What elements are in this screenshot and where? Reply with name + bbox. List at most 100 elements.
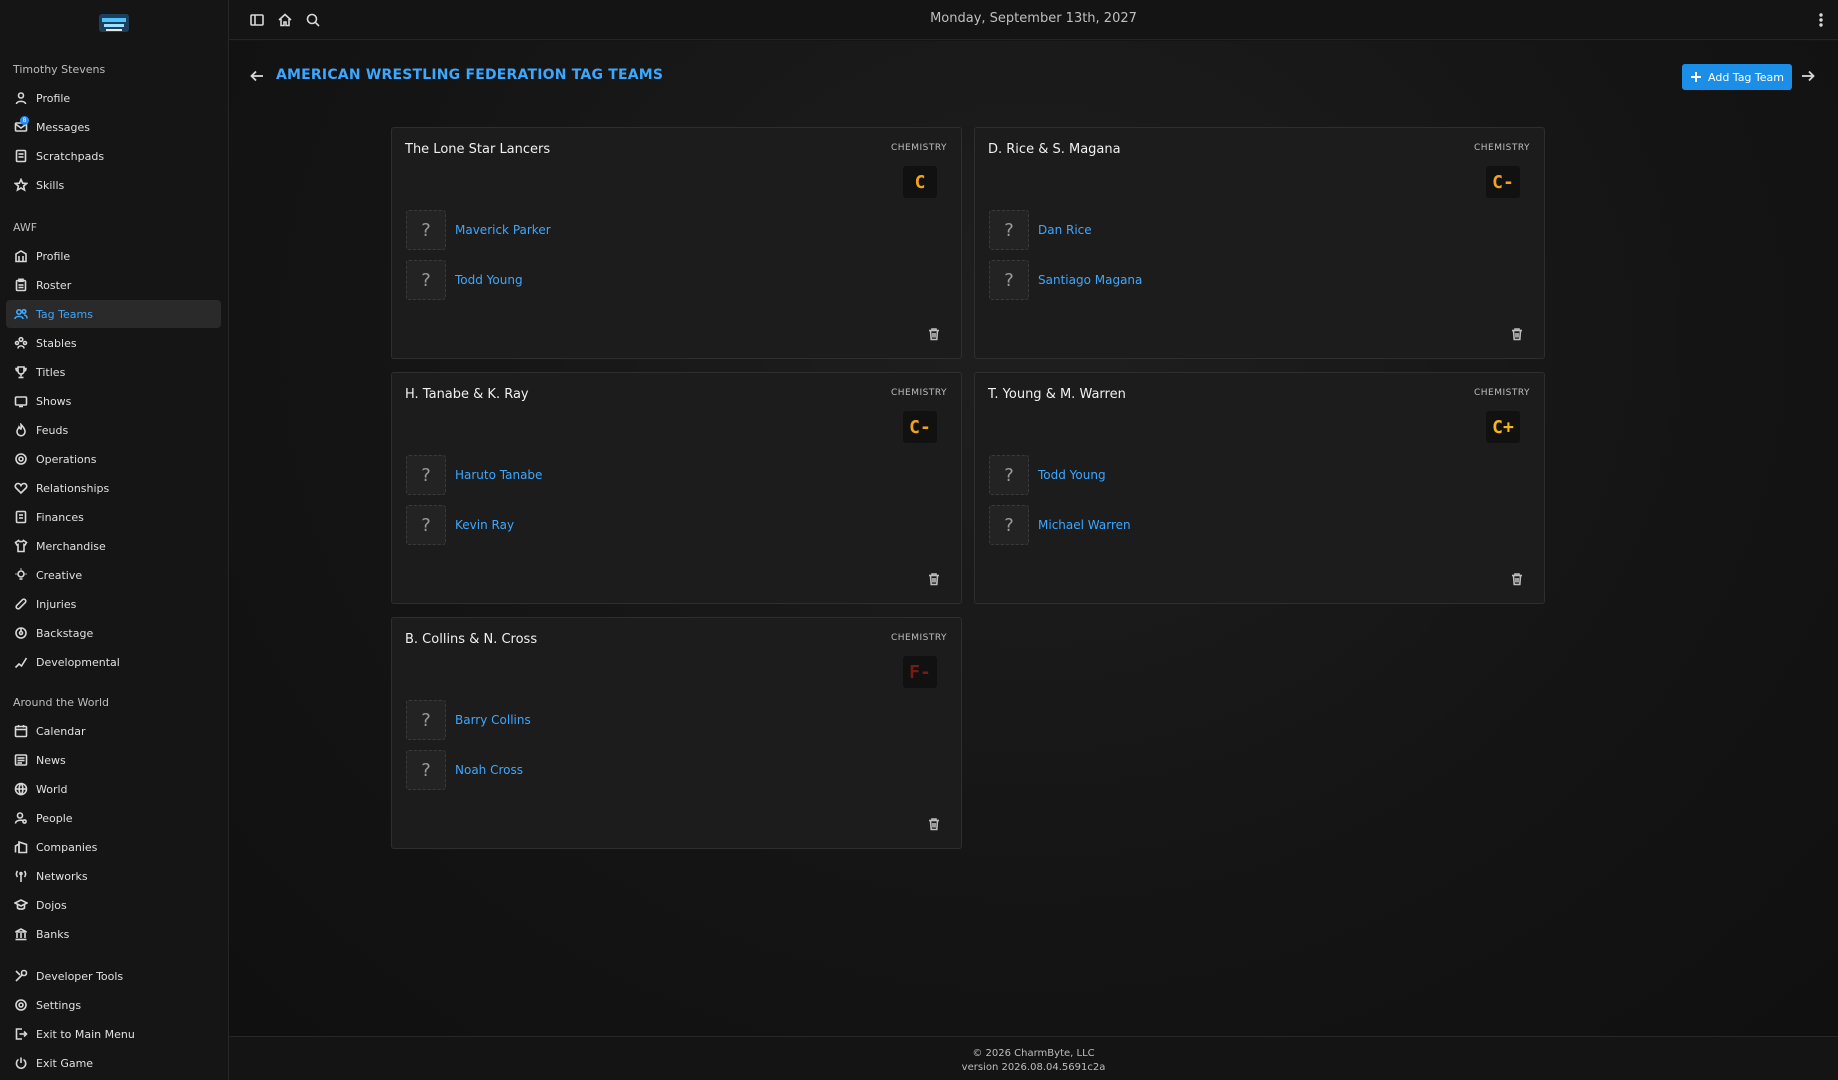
sidebar-item-companies[interactable]: Companies [6,833,221,861]
sidebar-item-settings[interactable]: Settings [6,991,221,1019]
sidebar-item-shows[interactable]: Shows [6,387,221,415]
sidebar-item-label: Scratchpads [36,149,105,163]
trash-icon[interactable] [927,816,941,831]
member-name-link[interactable]: Barry Collins [455,713,531,727]
sidebar-item-injuries[interactable]: Injuries [6,590,221,618]
sidebar-item-developmental[interactable]: Developmental [6,648,221,676]
member-name-link[interactable]: Santiago Magana [1038,273,1142,287]
sidebar-item-feuds[interactable]: Feuds [6,416,221,444]
sidebar-item-stables[interactable]: Stables [6,329,221,357]
forward-arrow-icon[interactable] [1800,68,1816,84]
sidebar-item-operations[interactable]: Operations [6,445,221,473]
chemistry-label: CHEMISTRY [1473,143,1530,153]
member-name-link[interactable]: Kevin Ray [455,518,514,532]
team-member: ? Dan Rice [989,210,1092,250]
sidebar-item-titles[interactable]: Titles [6,358,221,386]
sidebar-item-merchandise[interactable]: Merchandise [6,532,221,560]
bank-icon [14,927,28,941]
sidebar-item-finances[interactable]: Finances [6,503,221,531]
member-name-link[interactable]: Haruto Tanabe [455,468,542,482]
sidebar-item-label: Feuds [36,423,69,437]
sidebar-item-label: Relationships [36,481,110,495]
member-name-link[interactable]: Todd Young [1038,468,1106,482]
sidebar-item-label: Exit to Main Menu [36,1027,135,1041]
sidebar-item-label: Merchandise [36,539,106,553]
sidebar-item-dojos[interactable]: Dojos [6,891,221,919]
sidebar-item-messages[interactable]: 8 Messages [6,113,221,141]
sidebar-item-label: Networks [36,869,88,883]
team-member: ? Noah Cross [406,750,523,790]
avatar-placeholder-icon[interactable]: ? [989,210,1029,250]
sidebar-item-tag-teams[interactable]: Tag Teams [6,300,221,328]
sidebar-item-people[interactable]: People [6,804,221,832]
tag-team-name[interactable]: The Lone Star Lancers [405,142,550,157]
tag-team-card: The Lone Star Lancers CHEMISTRY C? Maverick… [391,127,962,359]
member-name-link[interactable]: Todd Young [455,273,523,287]
sidebar-item-news[interactable]: News [6,746,221,774]
member-name-link[interactable]: Michael Warren [1038,518,1131,532]
more-menu-icon[interactable] [1813,12,1829,28]
flame-icon [14,423,28,437]
avatar-placeholder-icon[interactable]: ? [406,455,446,495]
team-member: ? Todd Young [989,455,1106,495]
tag-team-name[interactable]: D. Rice & S. Magana [988,142,1121,157]
tag-team-name[interactable]: B. Collins & N. Cross [405,632,537,647]
avatar-placeholder-icon[interactable]: ? [406,210,446,250]
sidebar-item-backstage[interactable]: Backstage [6,619,221,647]
avatar-placeholder-icon[interactable]: ? [406,260,446,300]
avatar-placeholder-icon[interactable]: ? [989,505,1029,545]
sidebar-item-label: Messages [36,120,90,134]
trash-icon[interactable] [1510,326,1524,341]
person-search-icon [14,811,28,825]
calendar-icon [14,724,28,738]
sidebar-item-developer-tools[interactable]: Developer Tools [6,962,221,990]
news-icon [14,753,28,767]
trash-icon[interactable] [1510,571,1524,586]
sidebar-item-calendar[interactable]: Calendar [6,717,221,745]
add-tag-team-button[interactable]: Add Tag Team [1682,64,1792,90]
sidebar-item-label: Profile [36,249,71,263]
trash-icon[interactable] [927,571,941,586]
sidebar-item-label: Roster [36,278,72,292]
sidebar-item-networks[interactable]: Networks [6,862,221,890]
sidebar-item-label: Companies [36,840,98,854]
member-name-link[interactable]: Noah Cross [455,763,523,777]
sidebar-item-scratchpads[interactable]: Scratchpads [6,142,221,170]
sidebar-item-label: Creative [36,568,83,582]
sidebar-item-creative[interactable]: Creative [6,561,221,589]
tag-team-name[interactable]: H. Tanabe & K. Ray [405,387,529,402]
avatar-placeholder-icon[interactable]: ? [989,455,1029,495]
avatar-placeholder-icon[interactable]: ? [406,750,446,790]
sidebar-item-exit-game[interactable]: Exit Game [6,1049,221,1077]
sidebar-item-label: News [36,753,66,767]
member-name-link[interactable]: Maverick Parker [455,223,551,237]
sidebar-item-skills[interactable]: Skills [6,171,221,199]
tag-team-name[interactable]: T. Young & M. Warren [988,387,1126,402]
avatar-placeholder-icon[interactable]: ? [406,505,446,545]
tools-icon [14,969,28,983]
back-arrow-icon[interactable] [249,68,265,84]
sidebar-item-profile[interactable]: Profile [6,84,221,112]
trash-icon[interactable] [927,326,941,341]
sidebar-item-world[interactable]: World [6,775,221,803]
sidebar-item-roster[interactable]: Roster [6,271,221,299]
top-bar: Monday, September 13th, 2027 [229,0,1838,40]
main-content: AMERICAN WRESTLING FEDERATION TAG TEAMS … [229,41,1838,1036]
sidebar-item-profile[interactable]: Profile [6,242,221,270]
sidebar-item-relationships[interactable]: Relationships [6,474,221,502]
shirt-icon [14,539,28,553]
companies-icon [14,840,28,854]
chemistry-label: CHEMISTRY [890,388,947,398]
sidebar-item-banks[interactable]: Banks [6,920,221,948]
avatar-placeholder-icon[interactable]: ? [406,700,446,740]
sidebar-item-label: Settings [36,998,82,1012]
sidebar-item-label: People [36,811,73,825]
heart-icon [14,481,28,495]
member-name-link[interactable]: Dan Rice [1038,223,1092,237]
avatar-placeholder-icon[interactable]: ? [989,260,1029,300]
sidebar-item-exit-to-main-menu[interactable]: Exit to Main Menu [6,1020,221,1048]
add-tag-team-label: Add Tag Team [1708,70,1784,84]
team-member: ? Haruto Tanabe [406,455,542,495]
team-member: ? Maverick Parker [406,210,551,250]
tag-team-card: H. Tanabe & K. Ray CHEMISTRY C-? Haruto Tan… [391,372,962,604]
